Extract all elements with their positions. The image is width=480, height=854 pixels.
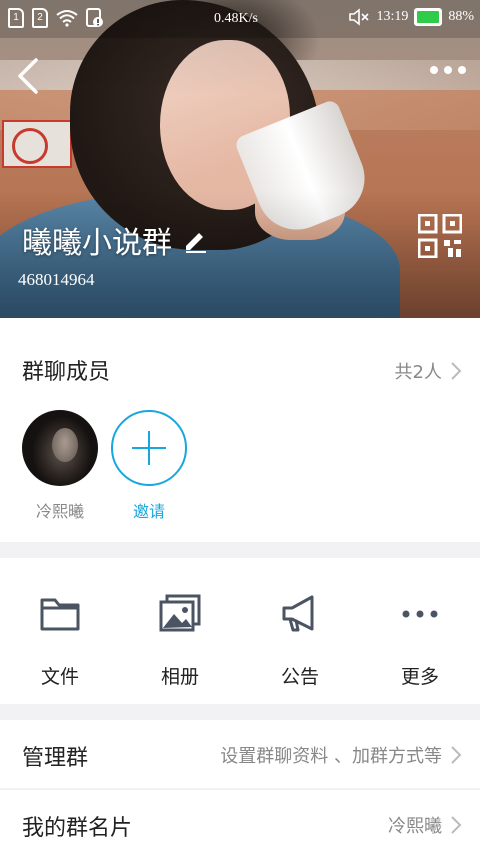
more-button[interactable]: 更多 — [360, 558, 480, 704]
more-label: 更多 — [400, 666, 439, 688]
files-label: 文件 — [40, 666, 79, 688]
chevron-right-icon — [451, 746, 462, 764]
wifi-icon — [56, 10, 78, 27]
member-item[interactable]: 冷熙曦 — [22, 410, 98, 522]
back-button[interactable] — [14, 58, 44, 94]
plus-icon — [111, 410, 187, 486]
member-name: 冷熙曦 — [35, 502, 84, 521]
album-label: 相册 — [160, 666, 199, 688]
invite-member-item[interactable]: 邀请 — [111, 410, 187, 522]
folder-icon — [40, 598, 80, 631]
manage-group-hint-wrap: 设置群聊资料 、加群方式等 — [220, 742, 462, 768]
more-options-button[interactable] — [430, 66, 466, 74]
manage-group-title: 管理群 — [22, 746, 89, 771]
chevron-right-icon — [451, 362, 462, 380]
battery-percent: 88% — [448, 9, 474, 24]
clock: 13:19 — [376, 9, 409, 24]
megaphone-icon — [282, 595, 314, 632]
actions-section: 文件 相册 公告 更多 — [0, 558, 480, 704]
mute-icon — [349, 8, 370, 26]
group-card-row[interactable]: 我的群名片 冷熙曦 — [0, 790, 480, 854]
manage-group-row[interactable]: 管理群 设置群聊资料 、加群方式等 — [0, 720, 480, 788]
member-avatar — [22, 410, 98, 486]
network-speed: 0.48K/s — [214, 11, 258, 26]
manage-group-hint: 设置群聊资料 、加群方式等 — [220, 746, 442, 767]
members-count-link[interactable]: 共2人 — [395, 358, 462, 384]
group-card-value: 冷熙曦 — [388, 816, 442, 837]
group-card-value-wrap: 冷熙曦 — [388, 812, 462, 838]
qr-code-icon[interactable] — [418, 214, 462, 258]
storage-alert-icon — [86, 8, 103, 27]
chevron-right-icon — [451, 816, 462, 834]
album-button[interactable]: 相册 — [120, 558, 240, 704]
group-name: 曦曦小说群 — [22, 226, 172, 261]
dot-icon — [444, 66, 452, 74]
members-section: 群聊成员 共2人 冷熙曦 邀请 — [0, 318, 480, 542]
group-number: 468014964 — [18, 270, 95, 289]
dot-icon — [458, 66, 466, 74]
announcement-label: 公告 — [280, 666, 319, 688]
announcement-button[interactable]: 公告 — [240, 558, 360, 704]
sim2-icon: 2 — [32, 8, 48, 28]
battery-icon — [414, 8, 443, 26]
group-name-row[interactable]: 曦曦小说群 — [22, 218, 208, 262]
album-icon — [159, 594, 201, 632]
files-button[interactable]: 文件 — [0, 558, 120, 704]
group-card-title: 我的群名片 — [22, 816, 133, 841]
dot-icon — [430, 66, 438, 74]
status-bar: 1 2 0.48K/s 13:19 88% — [0, 0, 480, 38]
invite-label: 邀请 — [132, 502, 165, 521]
members-count: 共2人 — [394, 362, 442, 383]
sim1-icon: 1 — [8, 8, 24, 28]
members-title: 群聊成员 — [22, 360, 111, 385]
more-dots-icon — [402, 610, 438, 618]
edit-pencil-icon[interactable] — [182, 227, 208, 253]
